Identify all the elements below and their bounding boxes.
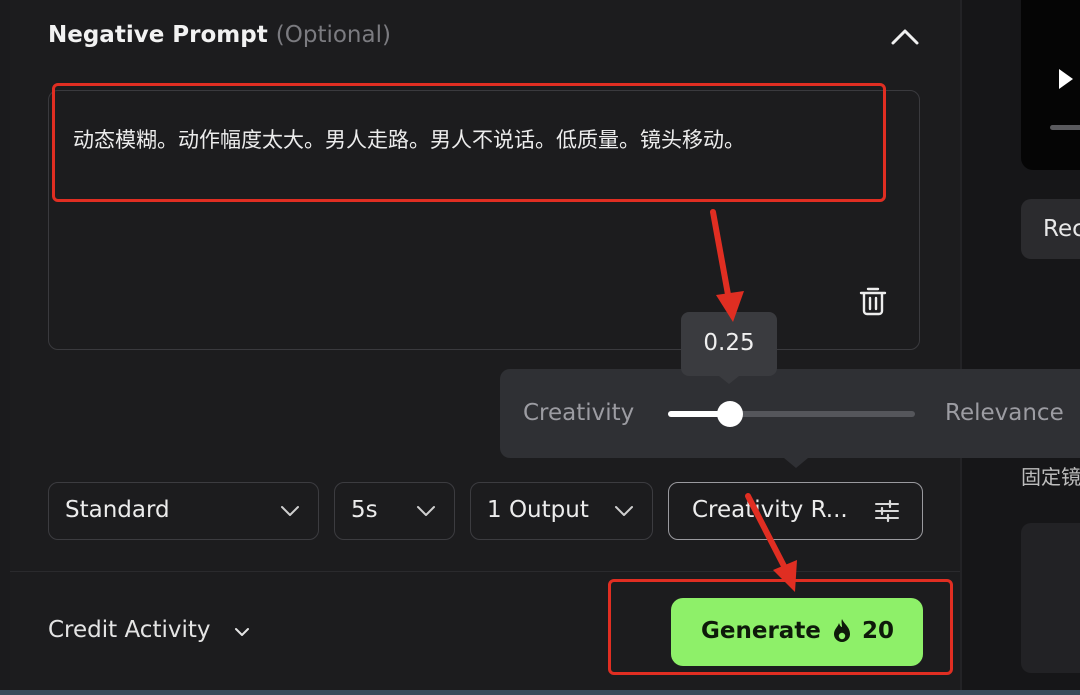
- footer-divider: [10, 571, 960, 572]
- outputs-select-value: 1 Output: [487, 497, 589, 523]
- creativity-label: Creativity: [523, 400, 635, 426]
- duration-select[interactable]: 5s: [334, 482, 455, 540]
- rec-button-label: Rec: [1043, 216, 1080, 242]
- slider-thumb[interactable]: [716, 401, 743, 427]
- negative-prompt-header: Negative Prompt (Optional): [48, 22, 391, 48]
- annotation-box-prompt: [52, 83, 886, 202]
- filter-sliders-icon: [875, 499, 899, 523]
- chevron-down-icon: [417, 506, 435, 516]
- credit-activity-toggle[interactable]: Credit Activity: [48, 617, 211, 643]
- chevron-down-icon[interactable]: [234, 626, 250, 638]
- popover-tail: [784, 458, 808, 468]
- chevron-up-icon[interactable]: [890, 26, 920, 46]
- duration-select-value: 5s: [351, 497, 378, 523]
- trash-icon[interactable]: [858, 285, 888, 317]
- optional-label: (Optional): [275, 22, 391, 48]
- annotation-box-generate: [608, 579, 953, 675]
- slider-track[interactable]: [668, 411, 915, 417]
- fixed-camera-label: 固定镜: [1021, 465, 1080, 489]
- relevance-label: Relevance: [945, 400, 1064, 426]
- negative-prompt-title: Negative Prompt: [48, 22, 268, 48]
- creativity-relevance-button[interactable]: Creativity R...: [668, 482, 923, 540]
- right-card: [1021, 523, 1080, 673]
- outputs-select[interactable]: 1 Output: [470, 482, 653, 540]
- video-scrubber[interactable]: [1050, 125, 1080, 130]
- play-icon[interactable]: [1058, 68, 1074, 90]
- chevron-down-icon: [615, 506, 633, 516]
- mode-select[interactable]: Standard: [48, 482, 319, 540]
- mode-select-value: Standard: [65, 497, 170, 523]
- creativity-button-label: Creativity R...: [692, 497, 848, 523]
- slider-tooltip-value: 0.25: [703, 330, 755, 356]
- chevron-down-icon: [281, 506, 299, 516]
- bottom-edge: [0, 690, 1080, 695]
- tooltip-tail: [719, 376, 739, 384]
